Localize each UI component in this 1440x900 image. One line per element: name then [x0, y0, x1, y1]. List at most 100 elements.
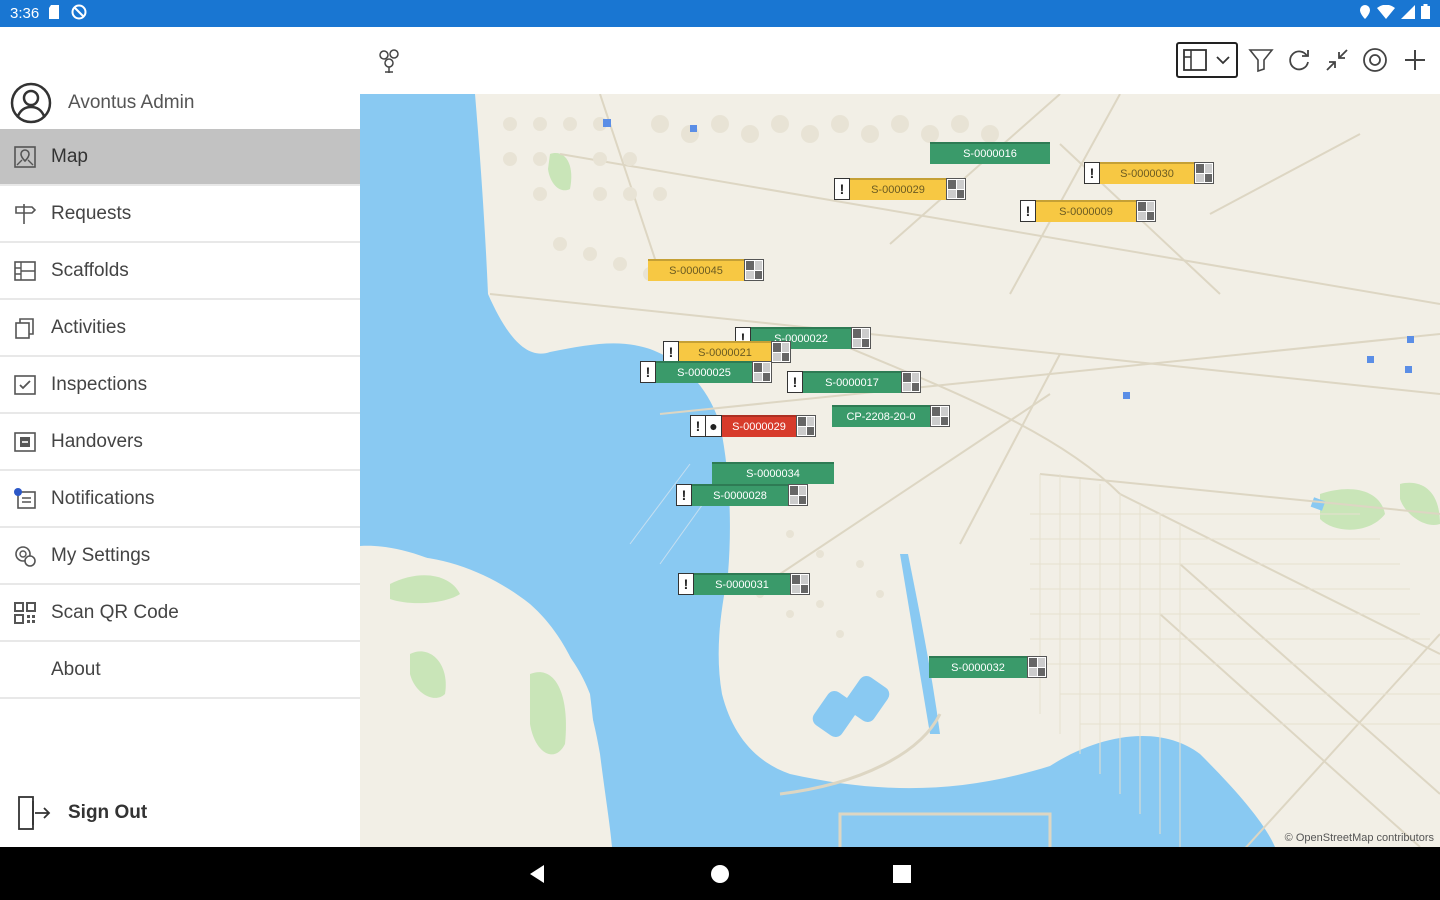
qr-code-icon [796, 415, 816, 437]
menu-item-scaffolds[interactable]: Scaffolds [0, 243, 360, 300]
qr-code-icon [1136, 200, 1156, 222]
copy-icon [12, 315, 38, 341]
menu-item-label: Activities [51, 316, 126, 338]
qr-code-icon [12, 600, 38, 626]
marker-label: S-0000034 [712, 462, 834, 484]
navigation-drawer: Avontus Admin Map Requests Scaffolds Act… [0, 27, 360, 847]
status-bar: 3:36 [0, 0, 1440, 27]
sign-out-button[interactable]: Sign Out [16, 795, 147, 831]
map-view[interactable]: S-0000016 ! S-0000029 ! S-0000030 ! S-00… [360, 94, 1440, 847]
marker-label: S-0000016 [930, 142, 1050, 164]
marker-label: S-0000029 [850, 178, 946, 200]
scaffold-icon [12, 258, 38, 284]
collapse-icon[interactable] [1322, 42, 1352, 78]
marker-label: S-0000032 [929, 656, 1027, 678]
menu-item-map[interactable]: Map [0, 129, 360, 186]
user-profile[interactable]: Avontus Admin [0, 77, 360, 129]
qr-code-icon [851, 327, 871, 349]
menu-item-label: Handovers [51, 430, 143, 452]
scaffold-marker[interactable]: ! S-0000030 [1084, 162, 1214, 184]
system-navigation-bar [0, 847, 1440, 900]
qr-code-icon [744, 259, 764, 281]
menu-item-my-settings[interactable]: My Settings [0, 528, 360, 585]
marker-label: S-0000021 [679, 341, 771, 363]
menu-item-inspections[interactable]: Inspections [0, 357, 360, 414]
qr-code-icon [1027, 656, 1047, 678]
menu-item-scan-qr-code[interactable]: Scan QR Code [0, 585, 360, 642]
scaffold-marker[interactable]: ! S-0000028 [676, 484, 808, 506]
scaffold-marker[interactable]: ! S-0000017 [787, 371, 921, 393]
marker-label: S-0000009 [1036, 200, 1136, 222]
location-icon [1359, 4, 1371, 23]
qr-code-icon [752, 361, 772, 383]
warning-icon: ! [676, 484, 692, 506]
home-button[interactable] [707, 861, 733, 887]
back-button[interactable] [524, 861, 550, 887]
qr-code-icon [901, 371, 921, 393]
marker-label: S-0000031 [694, 573, 790, 595]
qr-code-icon [1194, 162, 1214, 184]
menu-item-about[interactable]: About [0, 642, 360, 699]
status-time: 3:36 [10, 5, 40, 22]
warning-icon: ! [1020, 200, 1036, 222]
scaffold-marker[interactable]: ! ● S-0000029 [690, 415, 816, 437]
recents-button[interactable] [889, 861, 915, 887]
scaffold-marker[interactable]: S-0000032 [929, 656, 1047, 678]
qr-code-icon [946, 178, 966, 200]
map-toolbar [360, 27, 1440, 94]
scaffold-marker[interactable]: CP-2208-20-0 [832, 405, 950, 427]
warning-icon: ! [663, 341, 679, 363]
marker-label: S-0000017 [803, 371, 901, 393]
marker-label: S-0000028 [692, 484, 788, 506]
bell-icon [12, 486, 38, 512]
user-name: Avontus Admin [68, 92, 195, 113]
map-attribution: © OpenStreetMap contributors [1284, 832, 1434, 844]
layout-select-dropdown[interactable] [1176, 42, 1238, 78]
menu-item-label: About [51, 658, 101, 680]
menu-item-label: Notifications [51, 487, 155, 509]
marker-label: CP-2208-20-0 [832, 405, 930, 427]
menu-item-label: Scan QR Code [51, 601, 179, 623]
layout-select-icon [1183, 49, 1230, 71]
scaffold-marker[interactable]: ! S-0000009 [1020, 200, 1156, 222]
location-pins-icon[interactable] [372, 42, 406, 78]
qr-code-icon [771, 341, 791, 363]
scaffold-marker[interactable]: S-0000016 [930, 142, 1050, 164]
back-icon [530, 865, 544, 883]
filter-icon[interactable] [1246, 42, 1276, 78]
scaffold-marker[interactable]: ! S-0000031 [678, 573, 810, 595]
checkbox-icon [12, 372, 38, 398]
scaffold-marker[interactable]: ! S-0000029 [834, 178, 966, 200]
home-icon [711, 865, 729, 883]
menu-item-requests[interactable]: Requests [0, 186, 360, 243]
scaffold-marker[interactable]: S-0000045 [648, 259, 764, 281]
recents-icon [893, 865, 911, 883]
battery-icon [1421, 4, 1430, 23]
menu-item-activities[interactable]: Activities [0, 300, 360, 357]
no-sync-icon [71, 4, 87, 24]
menu-item-notifications[interactable]: Notifications [0, 471, 360, 528]
refresh-icon[interactable] [1284, 42, 1314, 78]
sign-out-icon [18, 796, 51, 830]
menu-item-handovers[interactable]: Handovers [0, 414, 360, 471]
warning-icon: ! [678, 573, 694, 595]
signal-icon [1401, 4, 1415, 23]
wifi-icon [1377, 4, 1395, 23]
marker-label: S-0000045 [648, 259, 744, 281]
signpost-icon [12, 201, 38, 227]
menu-item-label: Inspections [51, 373, 148, 395]
scaffold-marker[interactable]: ! S-0000025 [640, 361, 772, 383]
menu-item-label: My Settings [51, 544, 151, 566]
map-pin-icon [12, 144, 38, 170]
menu-item-label: Scaffolds [51, 259, 129, 281]
qr-code-icon [930, 405, 950, 427]
menu-item-label: Map [51, 145, 88, 167]
scaffold-marker[interactable]: ! S-0000021 [663, 341, 791, 363]
target-icon[interactable] [1360, 42, 1390, 78]
warning-icon: ! [640, 361, 656, 383]
settings-icon [12, 543, 38, 569]
warning-icon: ! [690, 415, 706, 437]
globe-icon: ● [706, 415, 722, 437]
add-icon[interactable] [1400, 42, 1430, 78]
scaffold-marker[interactable]: S-0000034 [712, 462, 834, 484]
